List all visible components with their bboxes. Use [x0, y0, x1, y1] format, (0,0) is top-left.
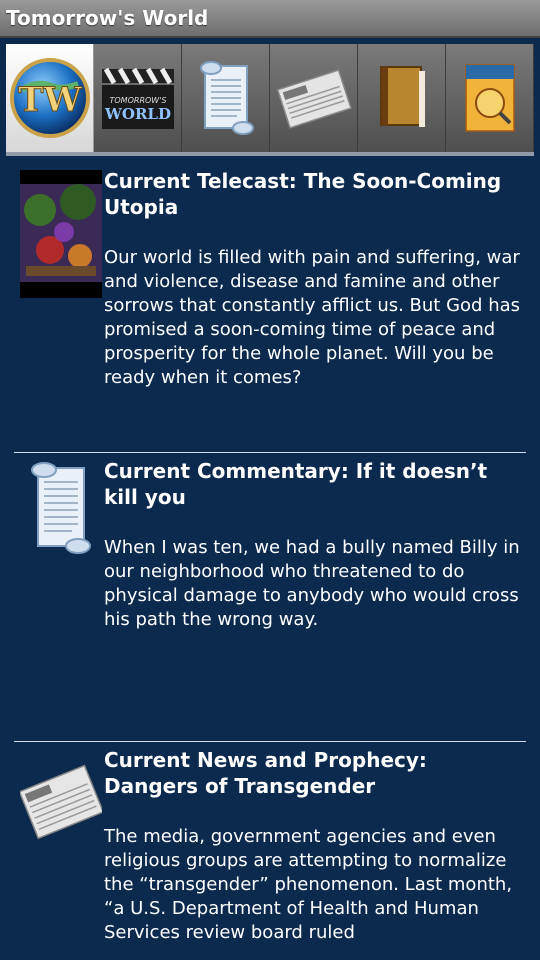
item-text: Current Telecast: The Soon-Coming Utopia…: [104, 168, 524, 390]
magazine-icon: [464, 64, 515, 132]
scroll-icon: [199, 61, 254, 135]
tab-telecast[interactable]: TOMORROW'S WORLD: [94, 44, 182, 152]
book-icon: [379, 66, 425, 127]
tab-books[interactable]: [358, 44, 446, 152]
app-title: Tomorrow's World: [6, 6, 209, 30]
clapperboard-icon: TOMORROW'S WORLD: [101, 67, 174, 129]
scroll-icon: [31, 462, 91, 554]
list-item-news[interactable]: Current News and Prophecy: Dangers of Tr…: [14, 739, 526, 960]
item-headline: Current Commentary: If it doesn’t kill y…: [104, 459, 488, 509]
newspaper-icon: [276, 69, 352, 129]
tab-commentary[interactable]: [182, 44, 270, 152]
newspaper-icon: [20, 764, 102, 840]
item-summary: When I was ten, we had a bully named Bil…: [104, 537, 520, 630]
tw-logo-icon: TW: [9, 58, 90, 138]
list-item-commentary[interactable]: Current Commentary: If it doesn’t kill y…: [14, 450, 526, 740]
item-text: Current Commentary: If it doesn’t kill y…: [104, 458, 524, 632]
list-item-telecast[interactable]: Current Telecast: The Soon-Coming Utopia…: [14, 160, 526, 450]
tab-magazine[interactable]: [446, 44, 534, 152]
item-text: Current News and Prophecy: Dangers of Tr…: [104, 747, 524, 945]
svg-text:WORLD: WORLD: [104, 105, 171, 123]
item-headline: Current Telecast: The Soon-Coming Utopia: [104, 169, 502, 219]
title-bar: Tomorrow's World: [0, 0, 540, 38]
item-headline: Current News and Prophecy: Dangers of Tr…: [104, 748, 427, 798]
tab-news[interactable]: [270, 44, 358, 152]
article-list: Current Telecast: The Soon-Coming Utopia…: [0, 160, 540, 960]
tab-tw-logo[interactable]: TW: [6, 44, 94, 152]
item-summary: The media, government agencies and even …: [104, 826, 513, 943]
tab-bar: TW TOMORROW'S WORLD: [6, 44, 534, 156]
svg-text:TW: TW: [18, 80, 82, 120]
svg-text:TOMORROW'S: TOMORROW'S: [109, 96, 166, 105]
item-summary: Our world is filled with pain and suffer…: [104, 247, 521, 388]
telecast-thumbnail: [20, 170, 102, 298]
